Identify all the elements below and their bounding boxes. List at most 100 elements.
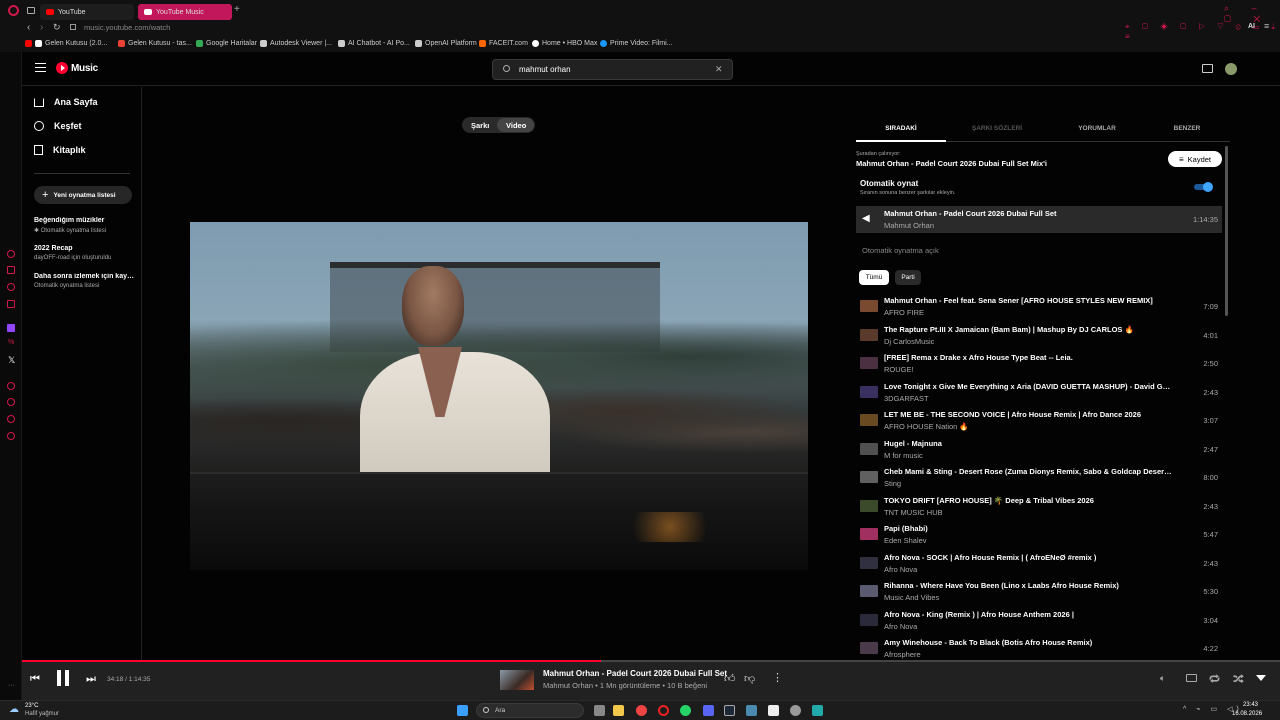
bookmark-item[interactable]: Prime Video: Filmi...: [600, 40, 673, 47]
sidebar-app-icon[interactable]: [7, 266, 15, 274]
weather-icon[interactable]: ☁: [9, 704, 19, 715]
menu-icon[interactable]: ≡: [1264, 21, 1269, 31]
clear-icon[interactable]: ✕: [715, 64, 723, 75]
taskbar-search-input[interactable]: Ara: [495, 707, 505, 714]
bookmark-item[interactable]: OpenAI Platform: [415, 40, 477, 47]
repeat-icon[interactable]: 🔁︎: [1209, 671, 1220, 687]
back-icon[interactable]: ‹: [27, 22, 30, 33]
chip-all[interactable]: Tümü: [859, 270, 889, 285]
steam-icon[interactable]: [724, 705, 735, 716]
sidebar-app-icon[interactable]: [7, 250, 15, 258]
search-input[interactable]: mahmut orhan: [519, 65, 571, 74]
avatar[interactable]: [1225, 63, 1237, 75]
queue-item[interactable]: Hugel - Majnuna M for music 2:47: [858, 436, 1222, 464]
bookmark-item[interactable]: Gelen Kutusu (2.0...: [25, 40, 107, 47]
sidebar-app-icon[interactable]: [7, 382, 15, 390]
nav-explore[interactable]: Keşfet: [34, 121, 82, 131]
toolbar-icons[interactable]: ⌖ ▢ ◈ ▢ ▷ ♡ ⊘ ▭ ⤓ ≡: [1125, 22, 1280, 41]
tab-overview-icon[interactable]: [27, 7, 35, 14]
queue-item[interactable]: Afro Nova - King (Remix ) | Afro House A…: [858, 607, 1222, 635]
file-icon[interactable]: [768, 705, 779, 716]
library-item[interactable]: Daha sonra izlemek için kayd... Otomatik…: [34, 273, 134, 289]
taskbar-app-icon[interactable]: [812, 705, 823, 716]
song-video-toggle[interactable]: Şarkı Video: [462, 117, 535, 133]
new-tab-button[interactable]: +: [234, 4, 240, 15]
player-title[interactable]: Mahmut Orhan - Padel Court 2026 Dubai Fu…: [543, 669, 727, 678]
more-icon[interactable]: ···: [8, 682, 15, 689]
taskbar-search[interactable]: Ara: [476, 703, 584, 718]
bookmark-item[interactable]: Autodesk Viewer |...: [260, 40, 332, 47]
taskbar-app-icon[interactable]: [790, 705, 801, 716]
pause-icon[interactable]: [57, 670, 69, 686]
reload-icon[interactable]: ↻: [53, 22, 61, 33]
like-icon[interactable]: 👍︎: [724, 672, 736, 685]
opera-logo-icon[interactable]: [8, 5, 19, 16]
tab-youtube[interactable]: YouTube: [40, 4, 134, 20]
bookmark-item[interactable]: Gelen Kutusu - tas...: [118, 40, 192, 47]
sidebar-app-icon[interactable]: [7, 283, 15, 291]
tab-youtube-music[interactable]: YouTube Music: [138, 4, 232, 20]
address-bar[interactable]: music.youtube.com/watch: [84, 23, 170, 32]
next-icon[interactable]: ⏭: [86, 673, 96, 686]
song-toggle[interactable]: Şarkı: [471, 121, 489, 130]
bookmark-item[interactable]: FACEIT.com: [479, 40, 528, 47]
chrome-icon[interactable]: [636, 705, 647, 716]
tab-up-next[interactable]: SIRADAKİ: [856, 125, 946, 132]
task-view-icon[interactable]: [594, 705, 605, 716]
queue-item[interactable]: The Rapture Pt.III X Jamaican (Bam Bam) …: [858, 322, 1222, 350]
current-track[interactable]: ◀︎ Mahmut Orhan - Padel Court 2026 Dubai…: [856, 206, 1222, 233]
save-button[interactable]: ≡ Kaydet: [1168, 151, 1222, 167]
forward-icon[interactable]: ›: [40, 22, 43, 33]
queue-scrollbar[interactable]: [1225, 146, 1228, 316]
cast-icon[interactable]: [1202, 64, 1213, 73]
shuffle-icon[interactable]: 🔀︎: [1233, 671, 1244, 687]
tab-related[interactable]: BENZER: [1147, 125, 1227, 132]
search-box[interactable]: mahmut orhan ✕: [492, 59, 733, 80]
expand-icon[interactable]: [1256, 675, 1266, 681]
bookmark-item[interactable]: AI Chatbot - AI Po...: [338, 40, 410, 47]
discord-icon[interactable]: [703, 705, 714, 716]
opera-icon[interactable]: [658, 705, 669, 716]
queue-item[interactable]: Afro Nova - SOCK | Afro House Remix | ( …: [858, 550, 1222, 578]
twitch-icon[interactable]: [7, 324, 15, 332]
x-icon[interactable]: 𝕏: [8, 355, 15, 366]
autoplay-toggle[interactable]: [1194, 181, 1213, 192]
nav-home[interactable]: Ana Sayfa: [34, 97, 98, 107]
queue-item[interactable]: Mahmut Orhan - Feel feat. Sena Sener [AF…: [858, 293, 1222, 321]
player-thumbnail[interactable]: [500, 670, 534, 690]
bookmark-item[interactable]: Google Haritalar: [196, 40, 257, 47]
ai-extension[interactable]: AI: [1248, 23, 1255, 30]
queue-item[interactable]: TOKYO DRIFT [AFRO HOUSE] 🌴 Deep & Tribal…: [858, 493, 1222, 521]
nav-library[interactable]: Kitaplık: [34, 145, 86, 155]
previous-icon[interactable]: ⏮: [30, 673, 40, 686]
queue-item[interactable]: Rihanna - Where Have You Been (Lino x La…: [858, 578, 1222, 606]
queue-item[interactable]: LET ME BE - THE SECOND VOICE | Afro Hous…: [858, 407, 1222, 435]
video-toggle[interactable]: Video: [506, 121, 526, 130]
hamburger-menu-icon[interactable]: [35, 63, 46, 72]
whatsapp-icon[interactable]: [680, 705, 691, 716]
taskbar-app-icon[interactable]: [746, 705, 757, 716]
queue-item[interactable]: [FREE] Rema x Drake x Afro House Type Be…: [858, 350, 1222, 378]
queue-item[interactable]: Papi (Bhabi) Eden Shalev 5:47: [858, 521, 1222, 549]
dislike-icon[interactable]: 👎︎: [744, 672, 755, 685]
sidebar-app-icon[interactable]: [7, 398, 15, 406]
settings-icon[interactable]: [7, 432, 15, 440]
new-playlist-button[interactable]: + Yeni oynatma listesi: [34, 186, 132, 204]
sidebar-app-icon[interactable]: [7, 415, 15, 423]
tab-comments[interactable]: YORUMLAR: [1052, 125, 1142, 132]
chip-party[interactable]: Parti: [895, 270, 921, 285]
queue-item[interactable]: Cheb Mami & Sting - Desert Rose (Zuma Di…: [858, 464, 1222, 492]
library-item[interactable]: Beğendiğim müzikler ✱ Otomatik oynatma l…: [34, 217, 134, 234]
library-item[interactable]: 2022 Recap dayOFF-road için oluşturuldu: [34, 245, 134, 261]
tab-lyrics[interactable]: ŞARKI SÖZLERİ: [952, 125, 1042, 132]
start-icon[interactable]: [457, 705, 468, 716]
bookmark-item[interactable]: Home • HBO Max: [532, 40, 597, 47]
file-explorer-icon[interactable]: [613, 705, 624, 716]
queue-item[interactable]: Love Tonight x Give Me Everything x Aria…: [858, 379, 1222, 407]
sidebar-app-icon[interactable]: [7, 300, 15, 308]
queue-item[interactable]: Amy Winehouse - Back To Black (Botis Afr…: [858, 635, 1222, 660]
sidebar-app-icon[interactable]: %: [8, 339, 14, 346]
more-options-icon[interactable]: ⋮: [772, 671, 783, 684]
volume-icon[interactable]: 🔈︎: [1160, 673, 1165, 684]
logo[interactable]: Music: [56, 62, 98, 74]
